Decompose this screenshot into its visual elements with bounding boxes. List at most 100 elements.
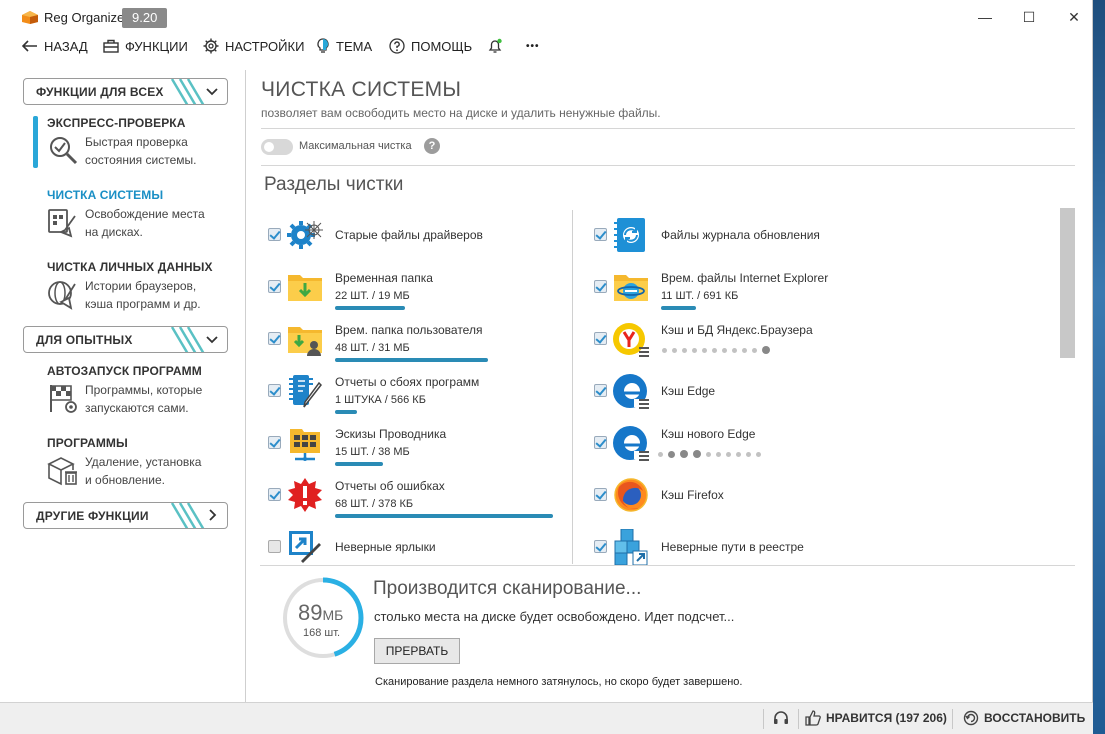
item-name: Кэш Firefox — [661, 488, 724, 502]
sections-title: Разделы чистки — [264, 174, 404, 195]
group-other-functions[interactable]: ДРУГИЕ ФУНКЦИИ — [23, 502, 228, 529]
sidebar-item-programs[interactable]: ПРОГРАММЫ Удаление, установка и обновлени… — [47, 436, 237, 487]
freed-count: 168 шт. — [303, 627, 341, 639]
edge-icon — [613, 374, 649, 409]
list-item-firefox-cache[interactable]: Кэш Firefox — [594, 474, 894, 518]
scrollbar-thumb[interactable] — [1060, 208, 1075, 358]
item-name: Врем. файлы Internet Explorer — [661, 271, 829, 285]
checkbox[interactable] — [268, 488, 281, 501]
sidebar-item-title: АВТОЗАПУСК ПРОГРАММ — [47, 364, 202, 378]
app-title: Reg Organizer — [44, 10, 129, 25]
item-name: Кэш Edge — [661, 384, 716, 398]
help-icon[interactable]: ? — [424, 138, 440, 154]
scan-note: Сканирование раздела немного затянулось,… — [375, 676, 743, 688]
checkbox[interactable] — [268, 436, 281, 449]
list-item-user-temp-folder[interactable]: Врем. папка пользователя 48 ШТ. / 31 МБ — [268, 318, 568, 362]
item-name: Файлы журнала обновления — [661, 228, 820, 242]
stop-button[interactable]: ПРЕРВАТЬ — [374, 638, 460, 664]
checkbox[interactable] — [594, 436, 607, 449]
size-bar — [335, 358, 488, 362]
checkbox[interactable] — [268, 228, 281, 241]
support-button[interactable] — [773, 710, 789, 726]
sidebar-item-system-cleanup[interactable]: ЧИСТКА СИСТЕМЫ Освобождение места на диск… — [47, 188, 237, 239]
error-burst-icon — [288, 478, 322, 512]
list-item-temp-folder[interactable]: Временная папка 22 ШТ. / 19 МБ — [268, 266, 568, 310]
list-item-ie-temp[interactable]: Врем. файлы Internet Explorer 11 ШТ. / 6… — [594, 266, 894, 310]
scanning-indicator — [662, 346, 770, 354]
scanning-indicator — [658, 450, 761, 458]
list-item-edge-cache[interactable]: Кэш Edge — [594, 370, 894, 414]
question-circle-icon — [389, 38, 405, 54]
restore-button[interactable]: ВОССТАНОВИТЬ — [963, 710, 1085, 726]
sidebar-item-desc: Программы, которые запускаются сами. — [85, 383, 203, 415]
restore-icon — [963, 710, 979, 726]
headset-icon — [774, 711, 788, 724]
globe-broom-icon — [48, 281, 76, 310]
status-bar: НРАВИТСЯ (197 206) ВОССТАНОВИТЬ — [0, 702, 1093, 734]
list-item-crash-reports[interactable]: Отчеты о сбоях программ 1 ШТУКА / 566 КБ — [268, 370, 568, 414]
sidebar-item-desc: Истории браузеров, кэша программ и др. — [85, 279, 201, 311]
item-name: Временная папка — [335, 271, 433, 285]
registry-cubes-icon — [614, 529, 648, 565]
list-item-update-logs[interactable]: Файлы журнала обновления — [594, 214, 894, 258]
theme-menu[interactable]: ТЕМА — [316, 37, 372, 55]
more-menu[interactable]: ••• — [526, 37, 540, 55]
checkbox[interactable] — [268, 280, 281, 293]
back-button[interactable]: НАЗАД — [22, 37, 88, 55]
group-for-all[interactable]: ФУНКЦИИ ДЛЯ ВСЕХ — [23, 78, 228, 105]
close-button[interactable]: ✕ — [1051, 0, 1097, 34]
thumbs-up-icon — [805, 710, 821, 726]
theme-label: ТЕМА — [336, 38, 373, 54]
maximize-button[interactable]: ☐ — [1006, 0, 1052, 34]
notifications-button[interactable] — [487, 37, 503, 55]
list-item-broken-shortcuts[interactable]: Неверные ярлыки — [268, 526, 568, 570]
item-info: 22 ШТ. / 19 МБ — [335, 290, 410, 302]
list-item-explorer-thumbnails[interactable]: Эскизы Проводника 15 ШТ. / 38 МБ — [268, 422, 568, 466]
list-item-new-edge-cache[interactable]: Кэш нового Edge — [594, 422, 894, 466]
checkbox[interactable] — [268, 332, 281, 345]
size-bar — [661, 306, 696, 310]
settings-menu[interactable]: НАСТРОЙКИ — [203, 37, 304, 55]
help-menu[interactable]: ПОМОЩЬ — [389, 37, 472, 55]
close-icon: ✕ — [1068, 8, 1080, 25]
sidebar-item-express-check[interactable]: ЭКСПРЕСС-ПРОВЕРКА Быстрая проверка состоя… — [47, 116, 237, 167]
chevron-right-icon — [209, 509, 217, 521]
checkbox[interactable] — [594, 280, 607, 293]
size-bar — [335, 410, 357, 414]
thumbnail-folder-icon — [290, 429, 320, 461]
like-button[interactable]: НРАВИТСЯ (197 206) — [805, 710, 947, 726]
divider — [261, 128, 1075, 129]
list-item-registry-paths[interactable]: Неверные пути в реестре — [594, 526, 894, 570]
bell-icon — [488, 38, 502, 53]
sidebar-item-autostart[interactable]: АВТОЗАПУСК ПРОГРАММ Программы, которые за… — [47, 364, 237, 415]
functions-menu[interactable]: ФУНКЦИИ — [103, 37, 188, 55]
like-label: НРАВИТСЯ (197 206) — [826, 711, 947, 725]
checkbox[interactable] — [594, 384, 607, 397]
minimize-button[interactable]: — — [962, 0, 1008, 34]
yandex-browser-icon — [613, 323, 649, 357]
menu-bar: НАЗАД ФУНКЦИИ НАСТРОЙКИ ТЕМА ПОМОЩЬ ••• — [0, 34, 1093, 58]
title-bar: Reg Organizer 9.20 — ☐ ✕ — [0, 0, 1093, 34]
max-clean-toggle[interactable] — [261, 139, 293, 155]
version-badge: 9.20 — [122, 8, 168, 28]
group-for-experts[interactable]: ДЛЯ ОПЫТНЫХ — [23, 326, 228, 353]
group-label: ДРУГИЕ ФУНКЦИИ — [36, 509, 149, 523]
list-item-yandex-cache[interactable]: Кэш и БД Яндекс.Браузера — [594, 318, 894, 362]
size-bar — [335, 514, 553, 518]
item-info: 68 ШТ. / 378 КБ — [335, 498, 414, 510]
log-refresh-icon — [614, 218, 645, 252]
list-item-old-drivers[interactable]: Старые файлы драйверов — [268, 214, 568, 258]
checkbox[interactable] — [594, 332, 607, 345]
main-panel: ЧИСТКА СИСТЕМЫ позволяет вам освободить … — [247, 70, 1093, 702]
checkbox[interactable] — [594, 228, 607, 241]
checkbox[interactable] — [268, 384, 281, 397]
list-item-error-reports[interactable]: Отчеты об ошибках 68 ШТ. / 378 КБ — [268, 474, 568, 518]
sidebar-item-private-data[interactable]: ЧИСТКА ЛИЧНЫХ ДАННЫХ Истории браузеров, к… — [47, 260, 237, 311]
gear-web-icon — [287, 221, 323, 249]
sidebar-item-title: ЧИСТКА СИСТЕМЫ — [47, 188, 164, 202]
checkbox[interactable] — [594, 540, 607, 553]
item-name: Отчеты о сбоях программ — [335, 375, 480, 389]
divider — [261, 165, 1075, 166]
checkbox[interactable] — [268, 540, 281, 553]
checkbox[interactable] — [594, 488, 607, 501]
